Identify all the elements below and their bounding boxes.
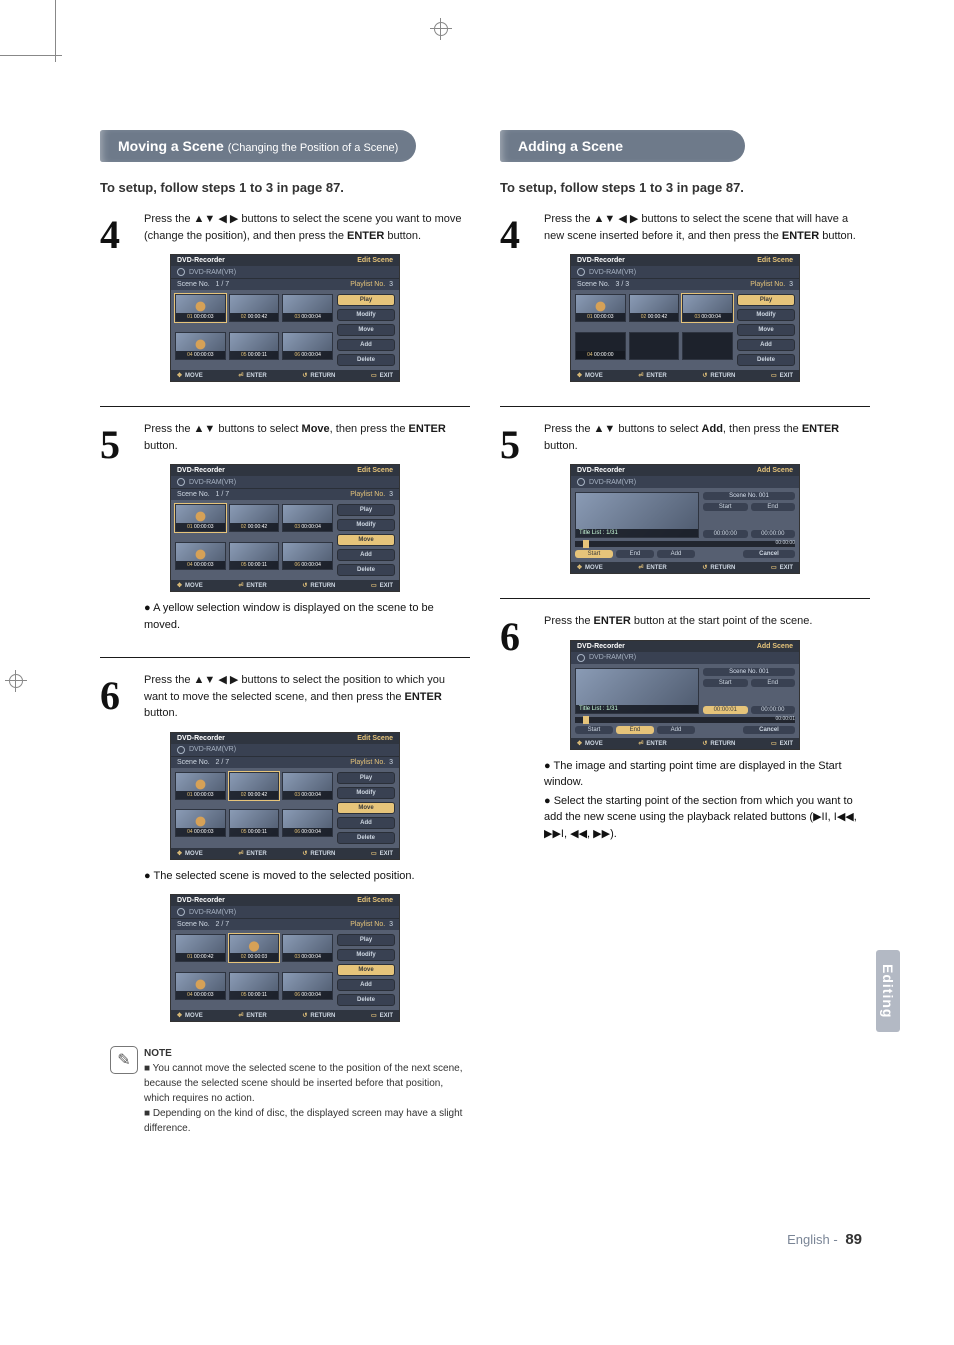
osd-screenshot: DVD-RecorderEdit Scene DVD-RAM(VR) Scene… (100, 894, 470, 1022)
step-text: Press the ENTER button at the start poin… (544, 613, 870, 630)
step-number: 5 (100, 421, 120, 468)
osd-screenshot: DVD-RecorderEdit Scene DVD-RAM(VR) Scene… (500, 254, 870, 382)
page-number: English - 89 (787, 1231, 862, 1248)
bullet-note: ● Select the starting point of the secti… (544, 793, 870, 843)
step-number: 4 (500, 211, 520, 258)
reg-plus-icon (430, 18, 452, 40)
bullet-note: ● The selected scene is moved to the sel… (144, 868, 470, 885)
reg-plus-icon (5, 670, 27, 692)
step-text: Press the ▲▼ ◀ ▶ buttons to select the p… (144, 672, 470, 722)
bullet-note: ● The image and starting point time are … (544, 758, 870, 791)
step-text: Press the ▲▼ buttons to select Move, the… (144, 421, 470, 454)
osd-screenshot: DVD-RecorderEdit Scene DVD-RAM(VR) Scene… (100, 464, 470, 592)
divider (500, 598, 870, 599)
step-number: 4 (100, 211, 120, 258)
step-text: Press the ▲▼ ◀ ▶ buttons to select the s… (544, 211, 870, 244)
step-number: 6 (500, 613, 520, 660)
crop-mark (0, 55, 62, 56)
divider (100, 406, 470, 407)
section-header-adding: Adding a Scene (500, 130, 745, 162)
setup-note: To setup, follow steps 1 to 3 in page 87… (500, 180, 870, 195)
pencil-icon: ✎ (110, 1046, 138, 1074)
bullet-note: ● A yellow selection window is displayed… (144, 600, 470, 633)
divider (100, 657, 470, 658)
step-text: Press the ▲▼ ◀ ▶ buttons to select the s… (144, 211, 470, 244)
note-text: NOTE ■ You cannot move the selected scen… (144, 1046, 470, 1136)
divider (500, 406, 870, 407)
side-tab-editing: Editing (876, 950, 900, 1032)
osd-screenshot: DVD-RecorderAdd Scene DVD-RAM(VR) Title … (500, 464, 870, 574)
step-number: 6 (100, 672, 120, 719)
osd-screenshot: DVD-RecorderEdit Scene DVD-RAM(VR) Scene… (100, 732, 470, 860)
section-header-moving: Moving a Scene (Changing the Position of… (100, 130, 416, 162)
step-number: 5 (500, 421, 520, 468)
crop-mark (55, 0, 56, 62)
setup-note: To setup, follow steps 1 to 3 in page 87… (100, 180, 470, 195)
step-text: Press the ▲▼ buttons to select Add, then… (544, 421, 870, 454)
osd-screenshot: DVD-RecorderAdd Scene DVD-RAM(VR) Title … (500, 640, 870, 750)
osd-screenshot: DVD-RecorderEdit Scene DVD-RAM(VR) Scene… (100, 254, 470, 382)
